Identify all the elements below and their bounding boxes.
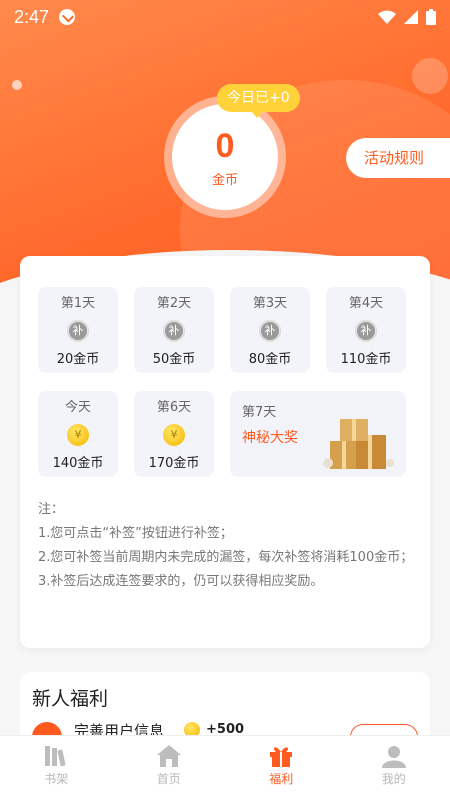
coin-balance: 0 金币 xyxy=(172,104,278,210)
checkin-day-7[interactable]: 第7天 神秘大奖 xyxy=(230,391,406,477)
gold-coin-icon: ¥ xyxy=(67,424,89,446)
checkin-day-3[interactable]: 第3天 补 80金币 xyxy=(230,287,310,373)
user-icon xyxy=(381,746,406,768)
day-label: 第1天 xyxy=(60,296,96,311)
coin-balance-unit: 金币 xyxy=(211,172,238,188)
note-line: 3.补签后达成连签要求的，仍可以获得相应奖励。 xyxy=(38,574,324,589)
day-label: 第4天 xyxy=(348,296,384,311)
checkin-day-6[interactable]: 第6天 ¥ 170金币 xyxy=(134,391,214,477)
home-icon xyxy=(156,745,181,767)
mystery-prize-label: 神秘大奖 xyxy=(242,430,298,446)
makeup-sign-icon: 补 xyxy=(355,320,377,342)
wifi-icon xyxy=(378,10,396,24)
hero-dot xyxy=(12,80,22,90)
note-line: 2.您可补签当前周期内未完成的漏签，每次补签将消耗100金币； xyxy=(38,550,414,565)
day-reward: 50金币 xyxy=(152,352,196,367)
tab-mine[interactable]: 我的 xyxy=(338,736,450,797)
checkin-day-2[interactable]: 第2天 补 50金币 xyxy=(134,287,214,373)
tab-bookshelf[interactable]: 书架 xyxy=(0,736,113,797)
download-icon xyxy=(59,9,76,25)
bookshelf-icon xyxy=(45,746,66,767)
note-line: 1.您可点击“补签”按钮进行补签； xyxy=(38,526,233,541)
bottom-tab-bar: 书架 首页 福利 我的 xyxy=(0,735,450,797)
gift-icon xyxy=(270,747,293,767)
checkin-day-4[interactable]: 第4天 补 110金币 xyxy=(326,287,406,373)
day-reward: 140金币 xyxy=(52,456,104,471)
tab-label: 书架 xyxy=(44,772,69,786)
coin-balance-ring: 0 金币 xyxy=(164,96,286,218)
day-reward: 170金币 xyxy=(148,456,200,471)
checkin-card: 第1天 补 20金币 第2天 补 50金币 第3天 补 80金币 第4天 补 1… xyxy=(20,256,430,648)
coin-balance-value: 0 xyxy=(215,126,235,165)
signal-icon xyxy=(404,10,418,24)
note-line: 注： xyxy=(38,502,65,517)
day-reward: 110金币 xyxy=(340,352,392,367)
status-bar: 2:47 xyxy=(0,0,450,34)
day-reward: 20金币 xyxy=(56,352,100,367)
makeup-sign-icon: 补 xyxy=(163,320,185,342)
hero-bubble xyxy=(412,58,448,94)
day-reward: 80金币 xyxy=(248,352,292,367)
tab-label: 我的 xyxy=(381,772,406,786)
day-label: 今天 xyxy=(64,400,91,415)
tab-label: 首页 xyxy=(156,772,181,786)
makeup-sign-icon: 补 xyxy=(67,320,89,342)
newbie-benefits-title: 新人福利 xyxy=(32,688,109,710)
activity-rules-button[interactable]: 活动规则 xyxy=(346,138,450,178)
day-label: 第7天 xyxy=(242,405,277,420)
checkin-day-1[interactable]: 第1天 补 20金币 xyxy=(38,287,118,373)
gold-coin-icon: ¥ xyxy=(163,424,185,446)
day-label: 第3天 xyxy=(252,296,288,311)
makeup-rules-note: 注： 1.您可点击“补签”按钮进行补签； 2.您可补签当前周期内未完成的漏签，每… xyxy=(38,500,418,596)
makeup-sign-icon: 补 xyxy=(259,320,281,342)
day-label: 第2天 xyxy=(156,296,192,311)
tab-label: 福利 xyxy=(269,772,294,786)
tab-welfare[interactable]: 福利 xyxy=(225,736,338,797)
status-time: 2:47 xyxy=(14,6,50,27)
today-earned-tag: 今日已+0 xyxy=(217,84,300,118)
tab-home[interactable]: 首页 xyxy=(113,736,226,797)
battery-icon xyxy=(426,9,436,25)
checkin-day-today[interactable]: 今天 ¥ 140金币 xyxy=(38,391,118,477)
gift-boxes-icon xyxy=(323,419,394,469)
day-label: 第6天 xyxy=(156,400,192,415)
